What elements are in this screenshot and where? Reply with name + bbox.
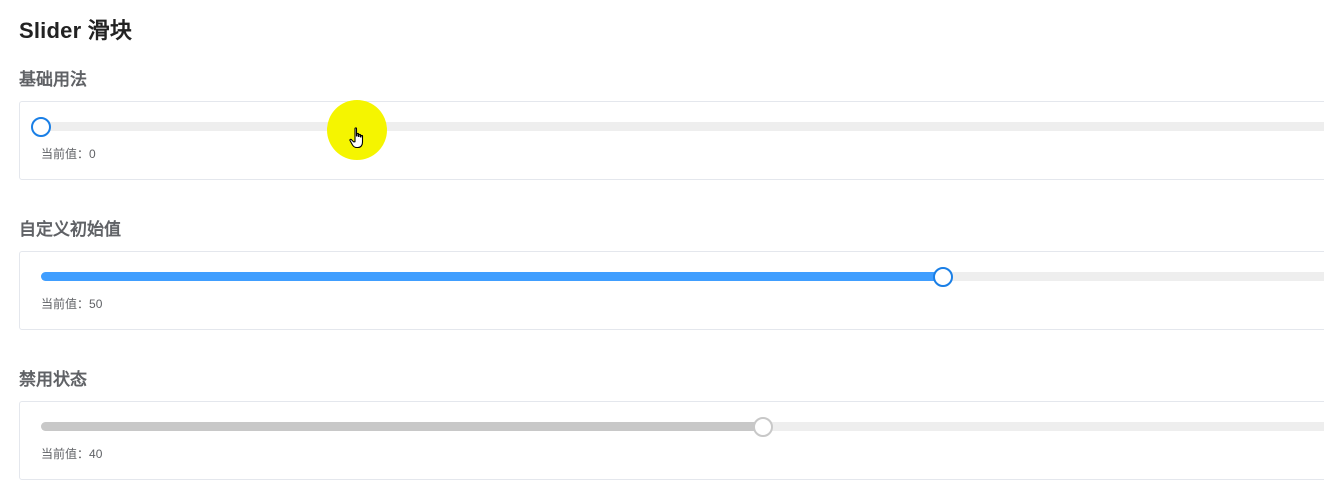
slider-fill xyxy=(41,422,763,431)
slider-card-disabled: 当前值：40 xyxy=(19,401,1324,480)
slider-thumb[interactable] xyxy=(31,116,51,137)
current-value: 50 xyxy=(89,297,103,311)
current-value: 0 xyxy=(89,147,96,161)
section-title-disabled: 禁用状态 xyxy=(19,370,87,389)
slider-thumb[interactable] xyxy=(933,266,953,287)
slider-track[interactable] xyxy=(31,116,1324,137)
slider-card-basic: 当前值：0 xyxy=(19,101,1324,180)
cursor-highlight xyxy=(327,100,387,160)
current-value-text: 当前值：50 xyxy=(41,295,102,312)
current-value-label: 当前值： xyxy=(41,147,90,161)
slider-track[interactable] xyxy=(41,266,1324,287)
section-title-basic: 基础用法 xyxy=(19,70,87,89)
current-value-label: 当前值： xyxy=(41,447,90,461)
hand-pointer-icon xyxy=(349,127,364,149)
slider-thumb-disabled xyxy=(752,416,773,437)
current-value-text: 当前值：40 xyxy=(41,445,102,462)
section-title-custom-initial: 自定义初始值 xyxy=(19,220,121,239)
slider-track-disabled xyxy=(41,416,1324,437)
slider-card-custom-initial: 当前值：50 xyxy=(19,251,1324,330)
current-value-text: 当前值：0 xyxy=(41,145,96,162)
slider-fill xyxy=(41,272,943,281)
current-value: 40 xyxy=(89,447,103,461)
page-title: Slider 滑块 xyxy=(19,18,133,43)
current-value-label: 当前值： xyxy=(41,297,90,311)
